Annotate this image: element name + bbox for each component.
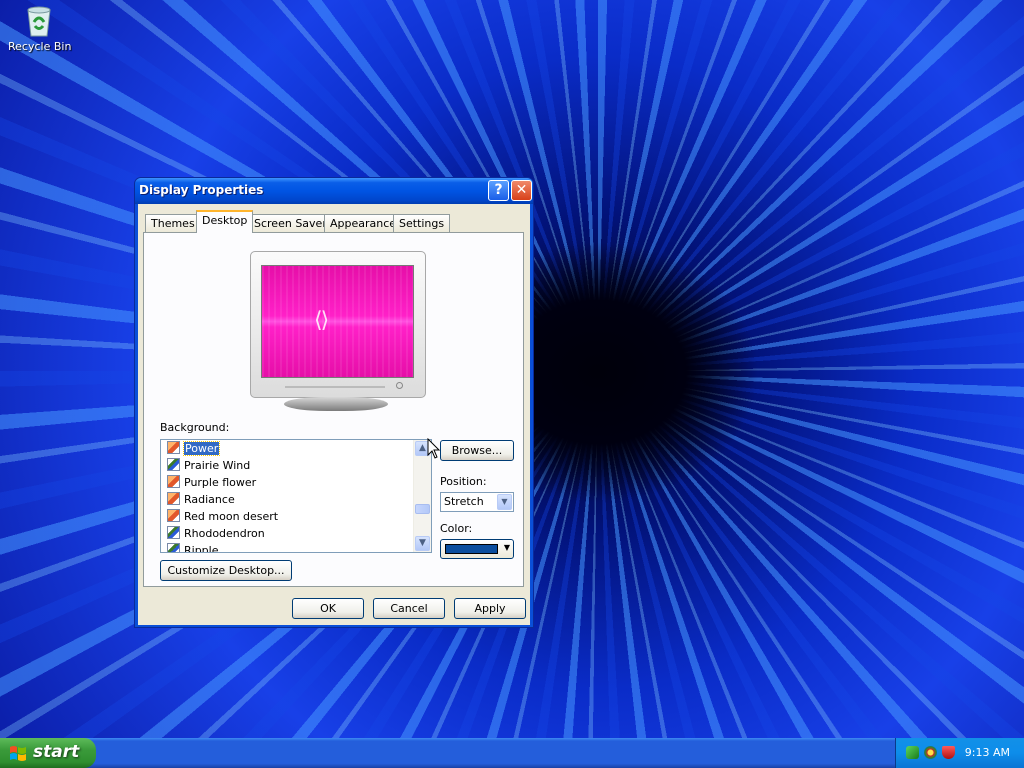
position-select[interactable]: Stretch ▼ bbox=[440, 492, 514, 512]
jpeg-image-icon bbox=[167, 458, 180, 471]
bitmap-icon bbox=[167, 441, 180, 454]
monitor-power-led bbox=[396, 382, 403, 389]
tab-appearance[interactable]: Appearance bbox=[324, 214, 403, 232]
apply-button[interactable]: Apply bbox=[454, 598, 526, 619]
dropdown-arrow-icon: ▼ bbox=[503, 543, 510, 552]
desktop-tab-panel: ⟨⟩ Background: Power Prairie Wind Purple… bbox=[143, 232, 524, 587]
list-item[interactable]: Prairie Wind bbox=[167, 458, 250, 474]
jpeg-image-icon bbox=[167, 526, 180, 539]
bitmap-icon bbox=[167, 492, 180, 505]
list-item[interactable]: Red moon desert bbox=[167, 509, 278, 525]
chevron-up-icon: ▲ bbox=[419, 443, 426, 453]
tab-desktop[interactable]: Desktop bbox=[196, 210, 254, 233]
tab-themes[interactable]: Themes bbox=[145, 214, 201, 232]
cancel-button[interactable]: Cancel bbox=[373, 598, 445, 619]
list-item[interactable]: Radiance bbox=[167, 492, 235, 508]
question-mark-icon: ? bbox=[494, 182, 503, 198]
system-tray: 9:13 AM bbox=[895, 738, 1024, 768]
color-swatch bbox=[445, 544, 498, 554]
monitor-bezel-slot bbox=[285, 386, 385, 388]
display-properties-window: Display Properties ? ✕ Themes Desktop Sc… bbox=[134, 177, 534, 628]
background-label: Background: bbox=[160, 421, 230, 434]
ok-button[interactable]: OK bbox=[292, 598, 364, 619]
scroll-thumb[interactable] bbox=[415, 504, 430, 514]
windows-logo-icon bbox=[10, 746, 26, 761]
tab-settings[interactable]: Settings bbox=[393, 214, 451, 232]
jpeg-image-icon bbox=[167, 543, 180, 552]
recycle-bin-icon bbox=[23, 2, 55, 38]
bitmap-icon bbox=[167, 509, 180, 522]
tab-screen-saver[interactable]: Screen Saver bbox=[248, 214, 333, 232]
power-wallpaper-glyph: ⟨⟩ bbox=[314, 308, 329, 333]
color-label: Color: bbox=[440, 522, 473, 535]
scroll-down-button[interactable]: ▼ bbox=[415, 536, 430, 551]
monitor-stand bbox=[284, 397, 388, 411]
background-list[interactable]: Power Prairie Wind Purple flower Radianc… bbox=[160, 439, 432, 553]
chevron-down-icon: ▼ bbox=[419, 538, 426, 548]
list-item[interactable]: Purple flower bbox=[167, 475, 256, 491]
list-item[interactable]: Power bbox=[167, 441, 221, 457]
title-bar[interactable]: Display Properties ? ✕ bbox=[135, 178, 533, 204]
close-icon: ✕ bbox=[515, 182, 528, 198]
position-label: Position: bbox=[440, 475, 487, 488]
wallpaper-preview: ⟨⟩ bbox=[261, 265, 414, 378]
network-icon[interactable] bbox=[906, 746, 919, 759]
recycle-bin-label: Recycle Bin bbox=[8, 40, 72, 53]
bitmap-icon bbox=[167, 475, 180, 488]
chevron-down-icon: ▼ bbox=[497, 494, 512, 510]
start-button[interactable]: start bbox=[0, 738, 96, 768]
position-value: Stretch bbox=[444, 495, 484, 508]
clock[interactable]: 9:13 AM bbox=[965, 746, 1010, 759]
list-item[interactable]: Ripple bbox=[167, 543, 219, 552]
help-button[interactable]: ? bbox=[488, 180, 509, 201]
mouse-pointer-icon bbox=[427, 438, 441, 459]
color-picker-button[interactable]: ▼ bbox=[440, 539, 514, 559]
customize-desktop-button[interactable]: Customize Desktop... bbox=[160, 560, 292, 581]
taskbar: start 9:13 AM bbox=[0, 738, 1024, 768]
list-item[interactable]: Rhododendron bbox=[167, 526, 265, 542]
security-center-icon[interactable] bbox=[924, 746, 937, 759]
close-button[interactable]: ✕ bbox=[511, 180, 532, 201]
monitor-preview: ⟨⟩ bbox=[250, 251, 426, 398]
window-title: Display Properties bbox=[139, 183, 264, 197]
start-label: start bbox=[33, 742, 80, 762]
dialog-client-area: Themes Desktop Screen Saver Appearance S… bbox=[138, 204, 530, 625]
recycle-bin-shortcut[interactable]: Recycle Bin bbox=[8, 2, 72, 53]
shield-alert-icon[interactable] bbox=[942, 746, 955, 759]
browse-button[interactable]: Browse... bbox=[440, 440, 514, 461]
